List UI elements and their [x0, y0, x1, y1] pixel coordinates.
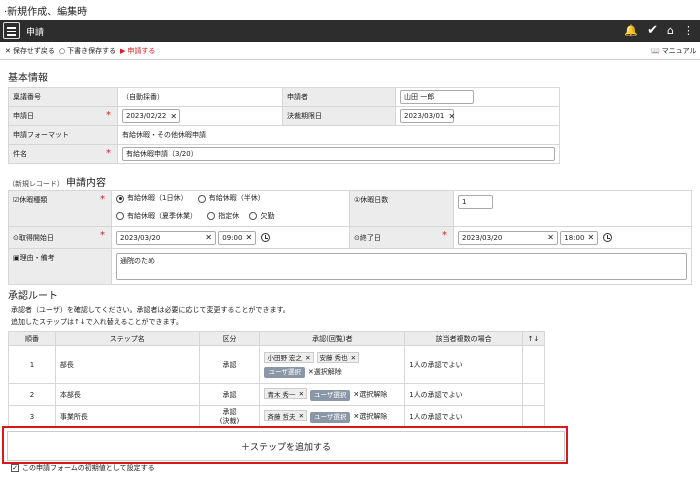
remove-icon: ✕ — [298, 411, 305, 420]
table-row: 1 部長 承認 小田野 宏之 ✕ 安藤 秀也 ✕ ユーザ選択 ✕選択解除 1人の承認でよ… — [8, 345, 546, 384]
reason-field[interactable]: 通院のため — [116, 253, 687, 280]
days-label: ①休暇日数 — [349, 190, 454, 227]
leave-type-radio-3[interactable]: 有給休暇（夏季休業） — [116, 209, 197, 224]
reason-label: ▣理由・備考 — [8, 248, 112, 285]
apply-button[interactable]: ▶ 申請する — [120, 46, 155, 56]
remove-icon: ✕ — [305, 353, 311, 362]
user-select-button[interactable]: ユーザ選択 — [264, 366, 305, 378]
apply-date-field[interactable]: 2023/02/22 ✕ — [122, 109, 180, 123]
ringi-value: （自動採番） — [117, 87, 283, 107]
content-title: （新規レコード） 申請内容 — [8, 178, 106, 189]
basic-info-table: 稟議番号 （自動採番） 申請者 山田 一郎 申請日 * 2023/02/22 ✕ 決… — [8, 87, 560, 164]
user-chip[interactable]: 安藤 秀也 ✕ — [316, 352, 360, 363]
end-date-field[interactable]: 2023/03/20 ✕ — [458, 230, 558, 245]
col-multi: 該当者複数の場合 — [404, 331, 523, 346]
end-time-field[interactable]: 18:00 ✕ — [560, 230, 599, 245]
clear-selection-button[interactable]: ✕選択解除 — [353, 413, 387, 421]
close-icon: ✕ — [5, 47, 11, 55]
clear-selection-button[interactable]: ✕選択解除 — [353, 391, 387, 399]
applicant-label: 申請者 — [282, 87, 396, 107]
bell-icon[interactable]: 🔔 — [624, 23, 638, 39]
book-icon: 📖 — [651, 47, 660, 55]
col-order: 順番 — [8, 331, 56, 346]
home-icon[interactable]: ⌂ — [667, 23, 674, 39]
format-value: 有給休暇・その他休暇申請 — [117, 125, 560, 145]
format-label: 申請フォーマット — [8, 125, 118, 145]
route-description: 承認者（ユーザ）を確認してください。承認者は必要に応じて変更することができます。… — [11, 306, 290, 326]
check-icon[interactable]: ✔ — [647, 23, 658, 39]
user-select-button[interactable]: ユーザ選択 — [310, 389, 351, 401]
deadline-field[interactable]: 2023/03/01 ✕ — [400, 109, 456, 123]
table-row: 2 本部長 承認 青木 秀一 ✕ ユーザ選択 ✕選択解除 1人の承認でよい — [8, 383, 546, 406]
basic-info-title: 基本情報 — [8, 73, 48, 84]
start-time-field[interactable]: 09:00 ✕ — [218, 230, 257, 245]
action-toolbar: ✕ 保存せず戻る ○ 下書き保存する ▶ 申請する 📖 マニュアル — [0, 42, 700, 60]
subject-field[interactable]: 有給休暇申請（3/20） — [122, 147, 555, 161]
clear-icon: ✕ — [170, 111, 178, 121]
content-table: ☑休暇種類 * 有給休暇（1日休） 有給休暇（半休） 有給休暇（夏季休業） 指定休… — [8, 190, 692, 285]
default-setting-checkbox[interactable]: ✓ この申請フォームの初期値として設定する — [11, 463, 155, 473]
more-icon[interactable]: ⋮ — [683, 23, 694, 39]
time-picker-icon[interactable] — [603, 233, 613, 242]
clear-icon: ✕ — [587, 233, 595, 242]
remove-icon: ✕ — [350, 353, 357, 362]
clear-icon: ✕ — [245, 233, 253, 242]
deadline-label: 決裁期限日 — [282, 106, 396, 126]
ringi-label: 稟議番号 — [8, 87, 118, 107]
end-date-label: ⊙終了日 * — [349, 226, 454, 249]
col-step: ステップ名 — [54, 331, 200, 346]
clear-icon: ✕ — [205, 233, 212, 242]
leave-type-radio-4[interactable]: 指定休 — [207, 209, 239, 224]
save-back-button[interactable]: ✕ 保存せず戻る — [5, 46, 55, 56]
checkbox-icon: ✓ — [11, 464, 19, 472]
col-sort[interactable]: ↑↓ — [521, 331, 546, 346]
route-title: 承認ルート — [8, 291, 58, 302]
draft-save-button[interactable]: ○ 下書き保存する — [59, 46, 116, 56]
user-chip[interactable]: 斉藤 哲夫 ✕ — [264, 410, 308, 422]
remove-icon: ✕ — [298, 389, 305, 398]
circle-icon: ○ — [59, 47, 66, 55]
clear-selection-button[interactable]: ✕選択解除 — [308, 368, 342, 376]
days-field[interactable]: 1 — [458, 195, 493, 209]
col-approver: 承認(回覧)者 — [259, 331, 406, 346]
col-kind: 区分 — [198, 331, 261, 346]
app-title: 申請 — [26, 28, 45, 38]
leave-type-label: ☑休暇種類 * — [8, 190, 112, 227]
apply-date-label: 申請日 * — [8, 106, 118, 126]
leave-type-radio-1[interactable]: 有給休暇（1日休） — [116, 191, 187, 206]
top-bar: 申請 🔔 ✔ ⌂ ⋮ — [0, 20, 700, 42]
page-caption: ·新規作成、編集時 — [4, 7, 88, 18]
highlight-box — [2, 426, 568, 464]
table-row: 3 事業所長 承認 (決裁) 斉藤 哲夫 ✕ ユーザ選択 ✕選択解除 1人の承認でよい — [8, 405, 546, 428]
user-chip[interactable]: 小田野 宏之 ✕ — [264, 352, 314, 363]
route-table: 順番 ステップ名 区分 承認(回覧)者 該当者複数の場合 ↑↓ 1 部長 承認 … — [8, 331, 546, 428]
user-select-button[interactable]: ユーザ選択 — [310, 411, 351, 423]
leave-type-radio-5[interactable]: 欠勤 — [249, 209, 274, 224]
note-icon: ▣ — [13, 254, 20, 262]
start-date-label: ⊙取得開始日 * — [8, 226, 112, 249]
play-icon: ▶ — [120, 47, 126, 55]
user-chip[interactable]: 青木 秀一 ✕ — [264, 388, 308, 400]
manual-link[interactable]: 📖 マニュアル — [651, 46, 697, 56]
time-picker-icon[interactable] — [261, 233, 271, 242]
clear-icon: ✕ — [448, 111, 456, 121]
leave-type-radio-2[interactable]: 有給休暇（半休） — [197, 191, 265, 206]
applicant-field[interactable]: 山田 一郎 — [400, 90, 474, 104]
clear-icon: ✕ — [547, 233, 554, 242]
subject-label: 件名 * — [8, 144, 118, 164]
menu-icon[interactable] — [3, 22, 20, 39]
start-date-field[interactable]: 2023/03/20 ✕ — [116, 230, 216, 245]
